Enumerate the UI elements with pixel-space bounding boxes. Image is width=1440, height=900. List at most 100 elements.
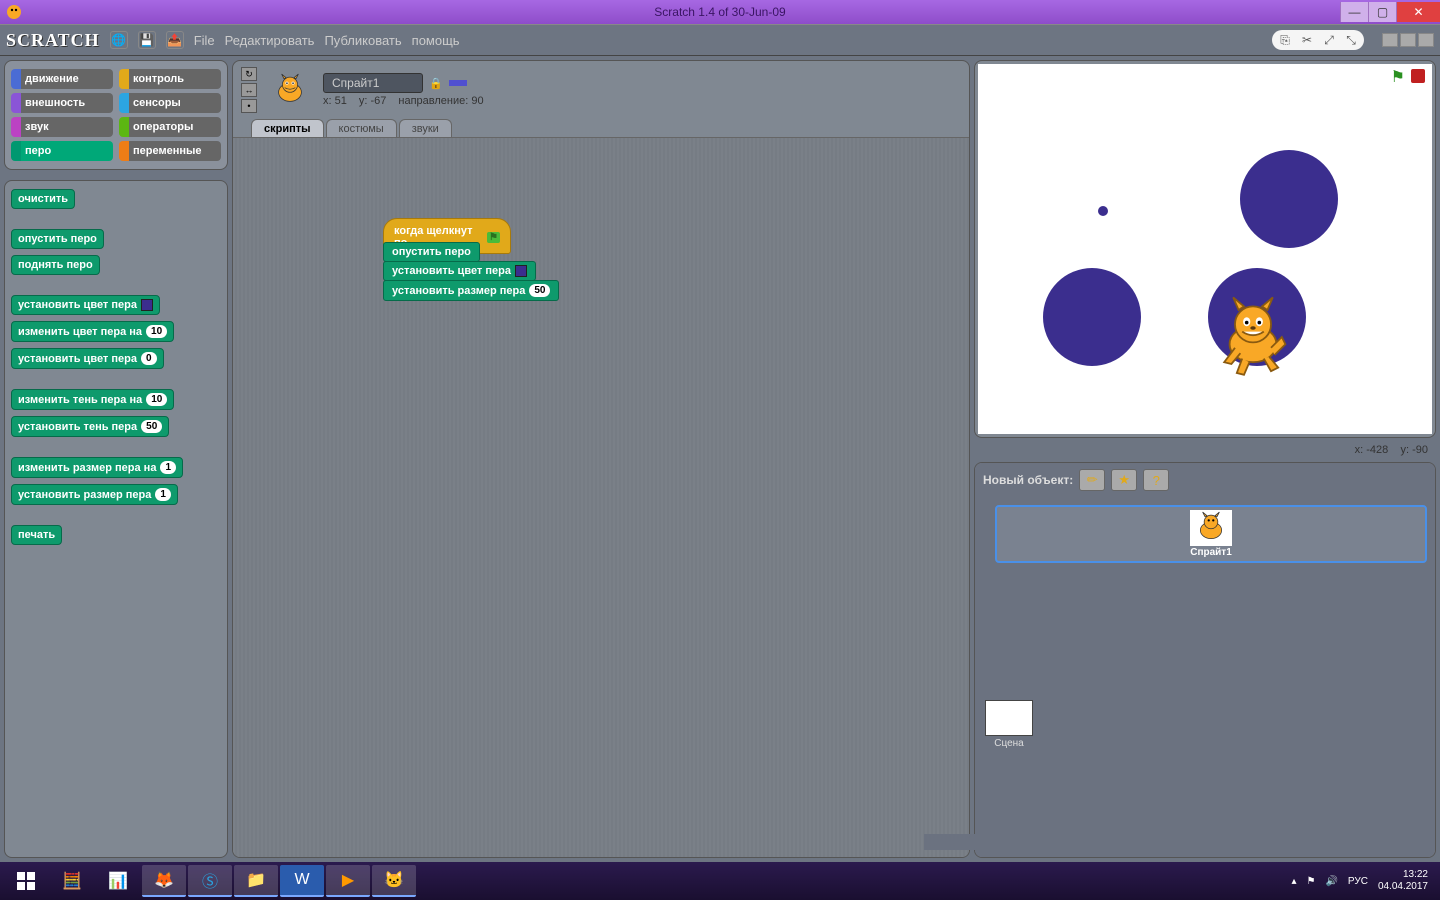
block-change-pen-color[interactable]: изменить цвет пера на10	[11, 321, 174, 342]
maximize-button[interactable]: ▢	[1368, 2, 1396, 22]
category-sound[interactable]: звук	[11, 117, 113, 137]
sprite-name-field[interactable]: Спрайт1	[323, 73, 423, 93]
start-button[interactable]	[4, 865, 48, 897]
sprite-item-label: Спрайт1	[1190, 547, 1232, 558]
view-normal-button[interactable]	[1400, 33, 1416, 47]
menu-publish[interactable]: Публиковать	[324, 33, 401, 48]
direction-indicator[interactable]	[449, 80, 467, 86]
tab-row: скрипты костюмы звуки	[233, 119, 969, 137]
tray-lang[interactable]: РУС	[1348, 876, 1368, 887]
stage-thumbnail[interactable]	[985, 700, 1033, 736]
task-presentation[interactable]: 📊	[96, 865, 140, 897]
rotate-style-2[interactable]: ↔	[241, 83, 257, 97]
mouse-x-value: -428	[1366, 444, 1388, 456]
num-input: 10	[146, 393, 167, 406]
menu-help[interactable]: помощь	[412, 33, 460, 48]
stage-circle-large-1	[1240, 150, 1338, 248]
block-label: установить размер пера	[392, 285, 525, 297]
save-icon[interactable]: 💾	[138, 31, 156, 49]
task-scratch[interactable]: 🐱	[372, 865, 416, 897]
num-input: 0	[141, 352, 157, 365]
green-flag-button[interactable]: ⚑	[1391, 67, 1405, 87]
block-set-size[interactable]: установить размер пера1	[11, 484, 178, 505]
task-word[interactable]: W	[280, 865, 324, 897]
category-variables[interactable]: переменные	[119, 141, 221, 161]
choose-sprite-button[interactable]: ★	[1111, 469, 1137, 491]
mouse-x-label: x:	[1355, 444, 1364, 456]
view-small-button[interactable]	[1382, 33, 1398, 47]
lock-icon[interactable]: 🔒	[429, 77, 443, 90]
share-icon[interactable]: 📤	[166, 31, 184, 49]
sprite-header: ↻ ↔ • Спрайт1 🔒 x: 51 y: -67 направление…	[233, 61, 969, 119]
category-looks[interactable]: внешность	[11, 93, 113, 113]
script-block-3[interactable]: установить размер пера50	[383, 280, 559, 301]
paint-sprite-button[interactable]: ✏	[1079, 469, 1105, 491]
tab-sounds[interactable]: звуки	[399, 119, 452, 137]
block-set-pen-color-num[interactable]: установить цвет пера0	[11, 348, 164, 369]
block-set-shade[interactable]: установить тень пера50	[11, 416, 169, 437]
script-block-2[interactable]: установить цвет пера	[383, 261, 536, 281]
task-skype[interactable]: Ⓢ	[188, 865, 232, 897]
task-explorer[interactable]: 📁	[234, 865, 278, 897]
block-pen-up[interactable]: поднять перо	[11, 255, 100, 275]
sprite-item-thumb	[1190, 510, 1232, 546]
tab-costumes[interactable]: костюмы	[326, 119, 397, 137]
script-area[interactable]: когда щелкнут по ⚑ опустить перо установ…	[233, 137, 969, 857]
random-sprite-button[interactable]: ?	[1143, 469, 1169, 491]
block-pen-down[interactable]: опустить перо	[11, 229, 104, 249]
tab-scripts[interactable]: скрипты	[251, 119, 324, 137]
sprite-panel: Новый объект: ✏ ★ ? Спрайт1	[974, 462, 1436, 858]
tray-clock[interactable]: 13:22 04.04.2017	[1378, 869, 1428, 893]
block-change-size[interactable]: изменить размер пера на1	[11, 457, 183, 478]
sprite-item-1[interactable]: Спрайт1	[995, 505, 1427, 563]
rotate-style-1[interactable]: ↻	[241, 67, 257, 81]
mouse-y-label: y:	[1400, 444, 1409, 456]
task-media[interactable]: ▶	[326, 865, 370, 897]
num-input: 50	[141, 420, 162, 433]
language-icon[interactable]: 🌐	[110, 31, 128, 49]
color-swatch	[141, 299, 153, 311]
block-set-pen-color[interactable]: установить цвет пера	[11, 295, 160, 315]
grow-icon[interactable]: ⤢	[1322, 33, 1336, 47]
block-change-shade[interactable]: изменить тень пера на 10	[11, 389, 174, 410]
duplicate-icon[interactable]: ⎘	[1278, 33, 1292, 47]
view-presentation-button[interactable]	[1418, 33, 1434, 47]
block-stamp[interactable]: печать	[11, 525, 62, 545]
close-button[interactable]: ✕	[1396, 2, 1440, 22]
sprite-list: Спрайт1	[975, 497, 1435, 857]
left-panel: движение контроль внешность сенсоры звук…	[4, 60, 228, 858]
rotate-style-3[interactable]: •	[241, 99, 257, 113]
tray-action-icon[interactable]: ⚑	[1306, 876, 1315, 887]
category-grid: движение контроль внешность сенсоры звук…	[4, 60, 228, 170]
mouse-y-value: -90	[1412, 444, 1428, 456]
stage[interactable]	[978, 64, 1432, 434]
cut-icon[interactable]: ✂	[1300, 33, 1314, 47]
menu-file[interactable]: File	[194, 33, 215, 48]
right-panel: ⚑	[974, 60, 1436, 858]
category-operators[interactable]: операторы	[119, 117, 221, 137]
block-label: установить цвет пера	[392, 265, 511, 277]
shrink-icon[interactable]: ⤡	[1344, 33, 1358, 47]
block-clear[interactable]: очистить	[11, 189, 75, 209]
category-pen[interactable]: перо	[11, 141, 113, 161]
y-value: -67	[371, 95, 387, 107]
stage-dot	[1098, 206, 1108, 216]
task-firefox[interactable]: 🦊	[142, 865, 186, 897]
window-titlebar: Scratch 1.4 of 30-Jun-09 — ▢ ✕	[0, 0, 1440, 24]
category-motion[interactable]: движение	[11, 69, 113, 89]
category-sensing[interactable]: сенсоры	[119, 93, 221, 113]
minimize-button[interactable]: —	[1340, 2, 1368, 22]
tray-date: 04.04.2017	[1378, 881, 1428, 893]
stage-sprite-cat[interactable]	[1208, 292, 1298, 387]
tray-up-icon[interactable]: ▴	[1291, 876, 1296, 887]
menu-edit[interactable]: Редактировать	[225, 33, 315, 48]
task-calculator[interactable]: 🧮	[50, 865, 94, 897]
num-input: 1	[155, 488, 171, 501]
window-title: Scratch 1.4 of 30-Jun-09	[654, 5, 785, 19]
category-control[interactable]: контроль	[119, 69, 221, 89]
script-block-1[interactable]: опустить перо	[383, 242, 480, 262]
green-flag-icon: ⚑	[487, 232, 500, 243]
tray-volume-icon[interactable]: 🔊	[1325, 876, 1337, 887]
stop-button[interactable]	[1411, 69, 1425, 83]
num-input: 10	[146, 325, 167, 338]
